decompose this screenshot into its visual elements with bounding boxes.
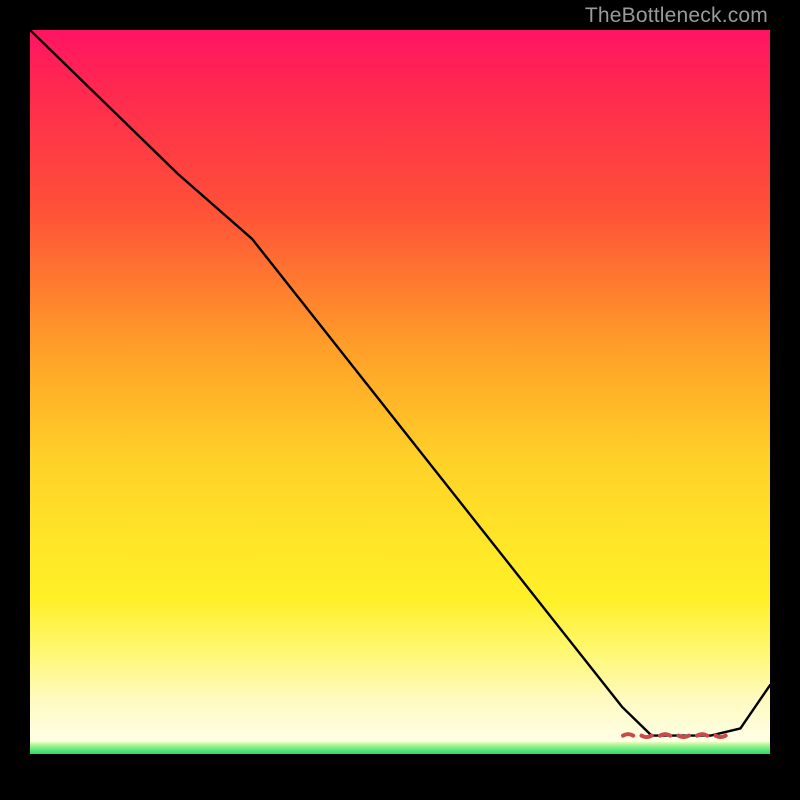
curve-line	[30, 30, 770, 736]
chart-stage: TheBottleneck.com	[0, 0, 800, 800]
overlay-svg	[30, 30, 770, 770]
watermark-text: TheBottleneck.com	[585, 4, 768, 28]
plot-area	[30, 30, 770, 770]
